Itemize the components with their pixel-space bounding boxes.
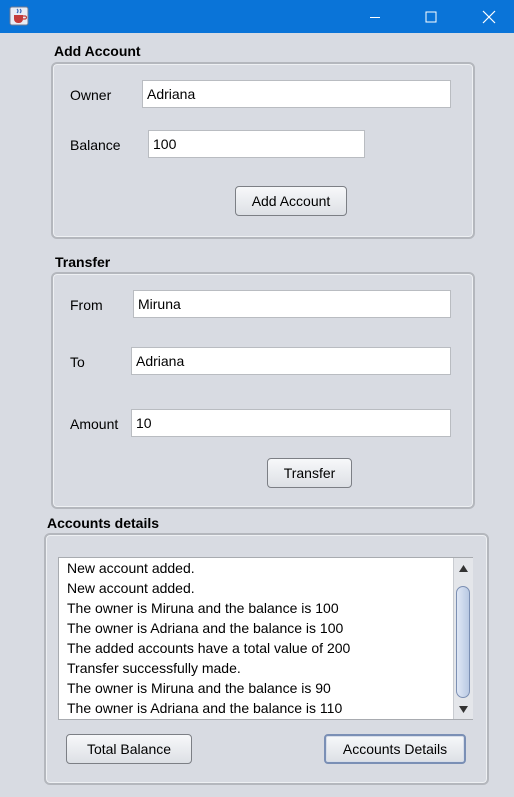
close-icon	[482, 10, 496, 23]
close-button[interactable]	[466, 0, 512, 33]
minimize-button[interactable]	[352, 0, 398, 33]
transfer-button[interactable]: Transfer	[267, 458, 352, 488]
scroll-up-button[interactable]	[454, 560, 473, 576]
log-scrollbar[interactable]	[453, 558, 473, 719]
log-line: Transfer successfully made.	[67, 660, 241, 676]
accounts-details-title: Accounts details	[47, 515, 160, 531]
balance-field[interactable]	[148, 130, 365, 158]
minimize-icon	[370, 16, 380, 18]
owner-field[interactable]	[142, 80, 451, 108]
to-label: To	[70, 354, 85, 370]
add-account-button[interactable]: Add Account	[235, 186, 347, 216]
maximize-icon	[425, 11, 437, 22]
log-line: The added accounts have a total value of…	[67, 640, 351, 656]
accounts-details-button[interactable]: Accounts Details	[324, 734, 466, 764]
add-account-title: Add Account	[54, 43, 141, 59]
scroll-down-button[interactable]	[454, 701, 473, 717]
transfer-title: Transfer	[55, 254, 111, 270]
accounts-log: New account added. New account added. Th…	[67, 558, 452, 718]
scroll-down-icon	[459, 705, 468, 713]
accounts-log-textarea[interactable]: New account added. New account added. Th…	[58, 557, 473, 720]
log-line: New account added.	[67, 560, 195, 576]
amount-label: Amount	[70, 416, 119, 432]
amount-field[interactable]	[131, 409, 451, 437]
owner-label: Owner	[70, 87, 112, 103]
total-balance-button[interactable]: Total Balance	[66, 734, 192, 764]
from-field[interactable]	[133, 290, 451, 318]
maximize-button[interactable]	[408, 0, 454, 33]
log-line: The owner is Miruna and the balance is 9…	[67, 680, 331, 696]
log-line: The owner is Miruna and the balance is 1…	[67, 600, 339, 616]
log-line: New account added.	[67, 580, 195, 596]
balance-label: Balance	[70, 137, 121, 153]
from-label: From	[70, 297, 103, 313]
log-line: The owner is Adriana and the balance is …	[67, 700, 343, 716]
java-cup-icon	[9, 6, 29, 26]
window-titlebar	[0, 0, 514, 33]
scroll-thumb[interactable]	[456, 586, 470, 698]
to-field[interactable]	[131, 347, 451, 375]
scroll-up-icon	[459, 564, 468, 572]
log-line: The owner is Adriana and the balance is …	[67, 620, 344, 636]
